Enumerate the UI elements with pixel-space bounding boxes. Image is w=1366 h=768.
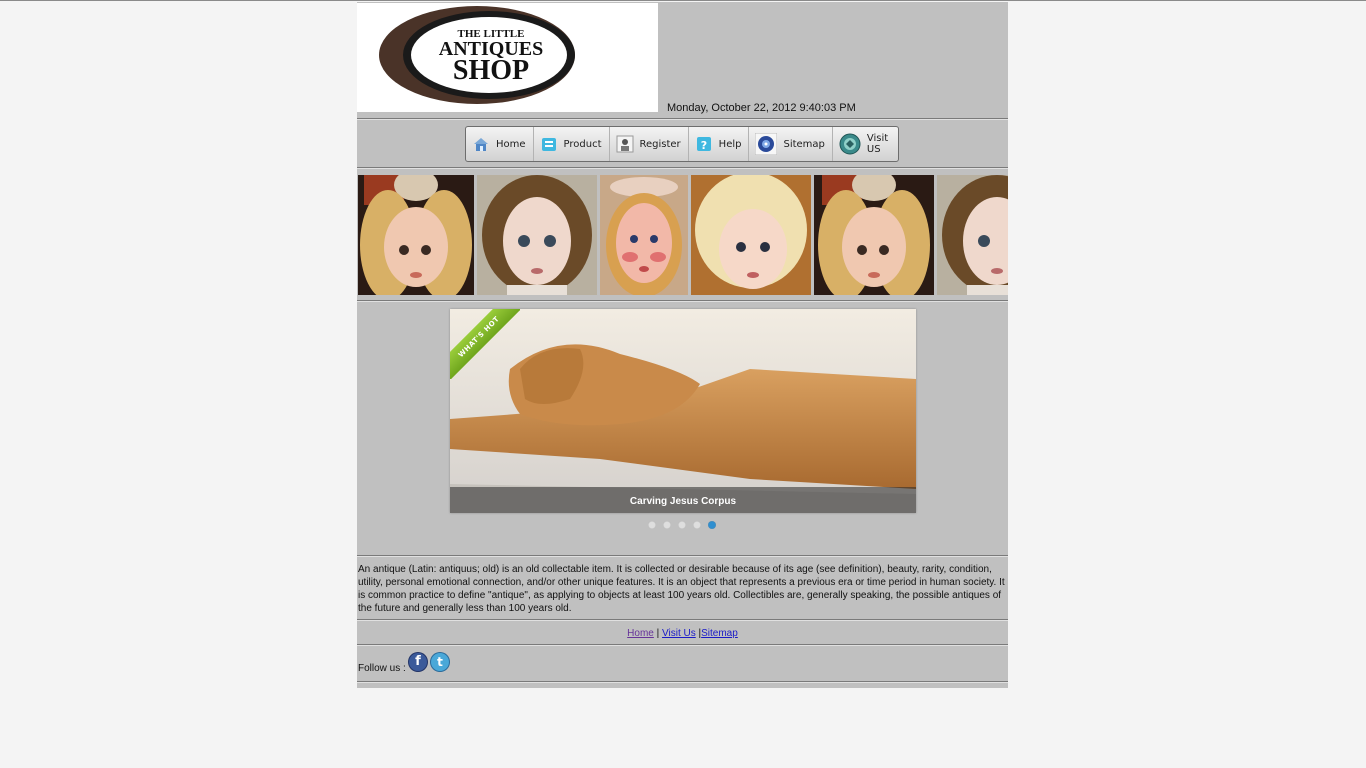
nav-item-label: Home: [496, 138, 526, 150]
footer-link-sitemap[interactable]: Sitemap: [701, 628, 738, 639]
ribbon-label: WHAT'S HOT: [450, 309, 520, 379]
logo-text-line3: SHOP: [453, 55, 529, 86]
doll-image[interactable]: [937, 175, 1008, 295]
divider: [357, 619, 1008, 621]
twitter-icon[interactable]: t: [431, 653, 449, 671]
slideshow-pagination: [648, 521, 716, 529]
svg-text:?: ?: [700, 139, 706, 152]
nav-item-register[interactable]: Register: [610, 127, 689, 161]
current-datetime: Monday, October 22, 2012 9:40:03 PM: [667, 102, 856, 114]
footer-separator: |: [653, 628, 663, 639]
footer-links: Home | Visit Us |Sitemap: [357, 628, 1008, 639]
footer-link-home[interactable]: Home: [627, 628, 654, 639]
nav-item-label: Help: [718, 138, 742, 150]
nav-item-visit-us[interactable]: Visit US: [833, 127, 898, 161]
nav-item-label: Register: [639, 138, 681, 150]
register-icon: [616, 135, 634, 153]
page-container: THE LITTLE ANTIQUES SHOP Monday, October…: [357, 2, 1008, 688]
browser-top-border: [0, 0, 1366, 1]
nav-item-label: Visit US: [866, 133, 889, 155]
slide-dot-4[interactable]: [693, 521, 701, 529]
home-icon: [472, 135, 490, 153]
slide-dot-2[interactable]: [663, 521, 671, 529]
divider: [357, 644, 1008, 646]
whats-hot-ribbon: WHAT'S HOT: [450, 309, 520, 379]
facebook-glyph: f: [415, 654, 421, 669]
doll-image[interactable]: [477, 175, 597, 295]
featured-slideshow[interactable]: WHAT'S HOT Carving Jesus Corpus: [450, 309, 916, 513]
nav-item-label: Sitemap: [783, 138, 825, 150]
slide-dot-1[interactable]: [648, 521, 656, 529]
doll-image[interactable]: [600, 175, 688, 295]
twitter-glyph: t: [437, 655, 443, 669]
main-nav: Home Product Register ? Help Sitemap Vis…: [465, 126, 899, 162]
slide-dot-5[interactable]: [708, 521, 716, 529]
doll-gallery-strip: [358, 175, 1008, 295]
facebook-icon[interactable]: f: [409, 653, 427, 671]
doll-image[interactable]: [814, 175, 934, 295]
about-text: An antique (Latin: antiquus; old) is an …: [358, 564, 1005, 614]
sitemap-icon: [754, 132, 778, 156]
product-icon: [540, 135, 558, 153]
nav-item-product[interactable]: Product: [534, 127, 610, 161]
slide-caption: Carving Jesus Corpus: [629, 496, 737, 507]
help-icon: ?: [695, 135, 713, 153]
nav-item-home[interactable]: Home: [466, 127, 534, 161]
divider: [357, 681, 1008, 683]
divider: [357, 118, 1008, 120]
visit-icon: [839, 133, 861, 155]
follow-us-label: Follow us :: [358, 663, 406, 674]
nav-item-sitemap[interactable]: Sitemap: [749, 127, 833, 161]
divider: [357, 555, 1008, 557]
divider: [357, 300, 1008, 302]
nav-item-help[interactable]: ? Help: [689, 127, 750, 161]
divider: [357, 167, 1008, 169]
site-logo[interactable]: THE LITTLE ANTIQUES SHOP: [357, 3, 658, 112]
doll-image[interactable]: [691, 175, 811, 295]
doll-image[interactable]: [358, 175, 474, 295]
nav-item-label: Product: [563, 138, 602, 150]
slide-dot-3[interactable]: [678, 521, 686, 529]
footer-link-visit-us[interactable]: Visit Us: [662, 628, 696, 639]
